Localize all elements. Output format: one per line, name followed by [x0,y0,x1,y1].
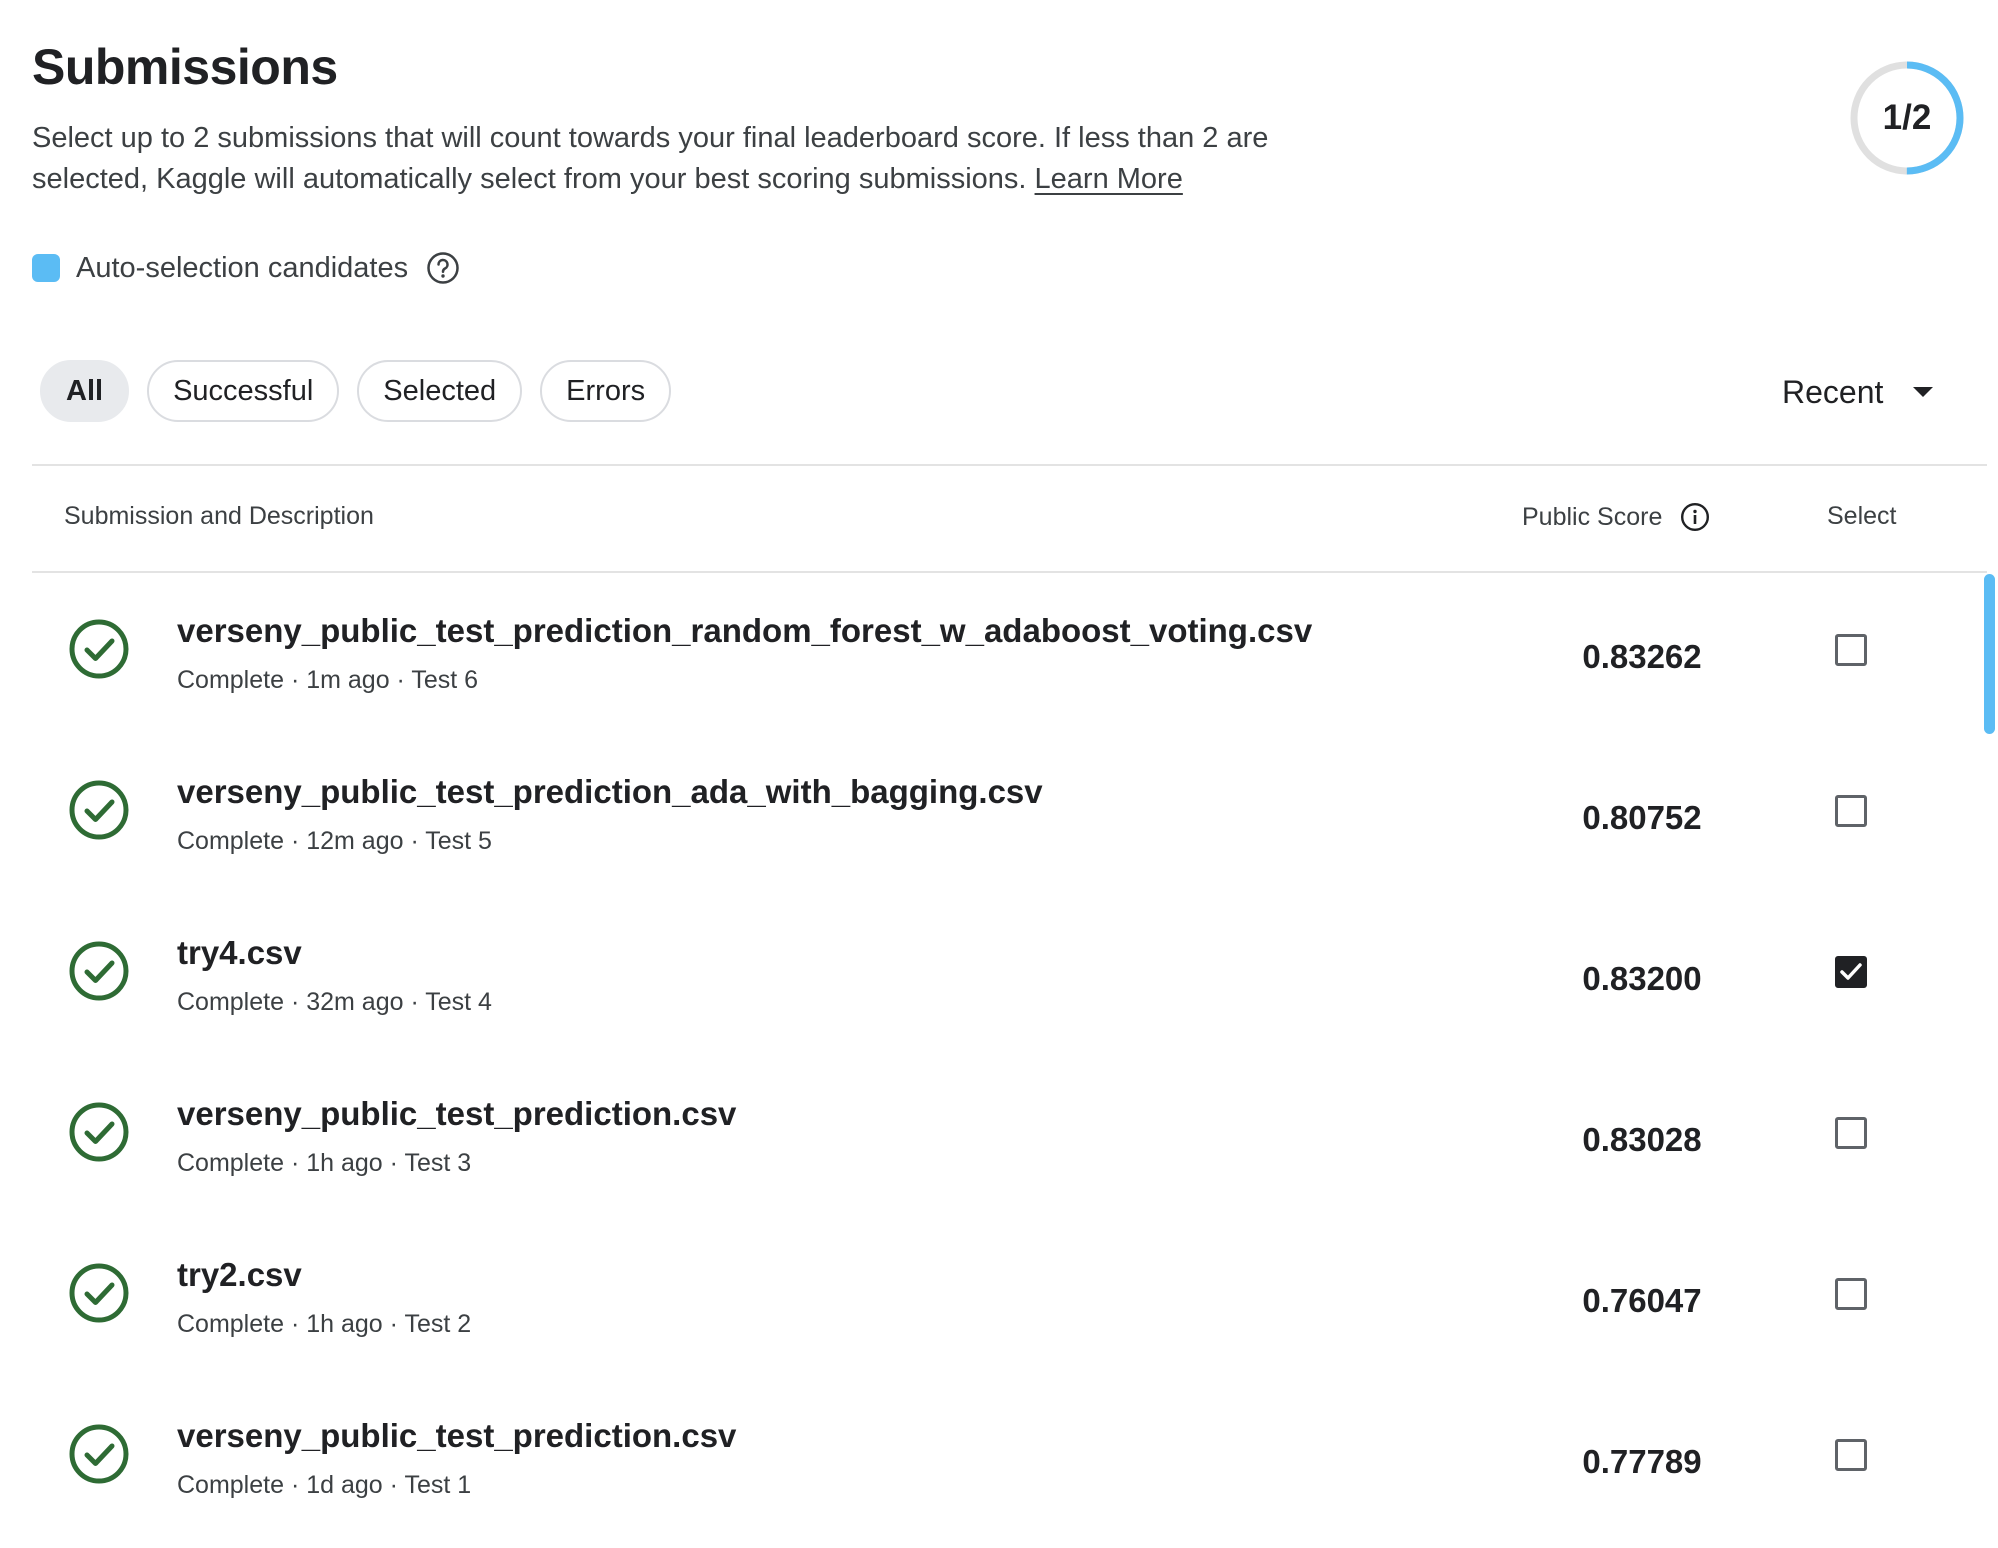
public-score: 0.83028 [1582,1121,1702,1158]
check-circle-icon [68,1423,130,1485]
check-circle-icon [68,1262,130,1324]
public-score: 0.80752 [1582,799,1702,836]
table-row: try4.csv Complete · 32m ago · Test 4 0.8… [32,896,1982,1057]
select-checkbox[interactable] [1835,634,1867,666]
submission-name[interactable]: verseny_public_test_prediction_random_fo… [177,612,1312,650]
filter-chips: All Successful Selected Errors [40,360,672,422]
submission-name[interactable]: verseny_public_test_prediction.csv [177,1095,736,1133]
table-row: verseny_public_test_prediction_ada_with_… [32,735,1982,896]
submission-name[interactable]: verseny_public_test_prediction.csv [177,1417,736,1455]
page-title: Submissions [32,39,338,95]
submission-meta: Complete · 1m ago · Test 6 [177,666,479,694]
table-row: try2.csv Complete · 1h ago · Test 2 0.76… [32,1218,1982,1379]
select-checkbox[interactable] [1835,1117,1867,1149]
select-checkbox[interactable] [1835,956,1867,988]
check-circle-icon [68,618,130,680]
filter-chip-selected[interactable]: Selected [357,360,523,422]
filter-chip-successful[interactable]: Successful [147,360,340,422]
select-checkbox[interactable] [1835,1439,1867,1471]
checkmark-icon [1840,963,1862,980]
caret-down-icon [1913,387,1934,397]
page-description: Select up to 2 submissions that will cou… [32,118,1372,200]
submission-name[interactable]: verseny_public_test_prediction_ada_with_… [177,773,1043,811]
table-row: verseny_public_test_prediction.csv Compl… [32,1379,1982,1540]
public-score: 0.83200 [1582,960,1702,997]
filter-chip-all[interactable]: All [40,360,130,422]
scrollbar-thumb[interactable] [1984,574,1995,734]
divider [32,571,1987,573]
submission-meta: Complete · 1h ago · Test 3 [177,1149,472,1177]
selection-counter: 1/2 [1882,98,1932,137]
divider [32,464,1987,466]
submission-meta: Complete · 1h ago · Test 2 [177,1310,472,1338]
public-score: 0.77789 [1582,1443,1702,1480]
submission-meta: Complete · 12m ago · Test 5 [177,827,492,855]
legend-label: Auto-selection candidates [76,251,409,284]
sort-dropdown[interactable]: Recent [1782,370,1934,414]
submission-name[interactable]: try2.csv [177,1256,302,1294]
submissions-list: verseny_public_test_prediction_random_fo… [32,574,1982,1540]
submissions-panel: Submissions Select up to 2 submissions t… [32,0,1995,1548]
public-score: 0.76047 [1582,1282,1702,1319]
submission-meta: Complete · 32m ago · Test 4 [177,988,492,1016]
question-circle-icon[interactable] [426,251,460,285]
select-checkbox[interactable] [1835,1278,1867,1310]
submission-meta: Complete · 1d ago · Test 1 [177,1471,472,1499]
selection-progress-ring: 1/2 [1847,58,1967,178]
select-checkbox[interactable] [1835,795,1867,827]
check-circle-icon [68,1101,130,1163]
check-circle-icon [68,940,130,1002]
auto-selection-legend: Auto-selection candidates [32,250,460,286]
info-icon[interactable] [1680,502,1710,532]
sort-label: Recent [1782,373,1884,410]
table-row: verseny_public_test_prediction.csv Compl… [32,1057,1982,1218]
table-row: verseny_public_test_prediction_random_fo… [32,574,1982,735]
submission-name[interactable]: try4.csv [177,934,302,972]
legend-swatch [32,254,60,282]
column-header-score: Public Score [1522,502,1710,532]
column-header-select: Select [1827,502,1897,530]
column-header-score-label: Public Score [1522,502,1663,531]
learn-more-link[interactable]: Learn More [1035,163,1183,195]
check-circle-icon [68,779,130,841]
public-score: 0.83262 [1582,638,1702,675]
column-header-submission: Submission and Description [64,502,374,530]
filter-chip-errors[interactable]: Errors [540,360,672,422]
